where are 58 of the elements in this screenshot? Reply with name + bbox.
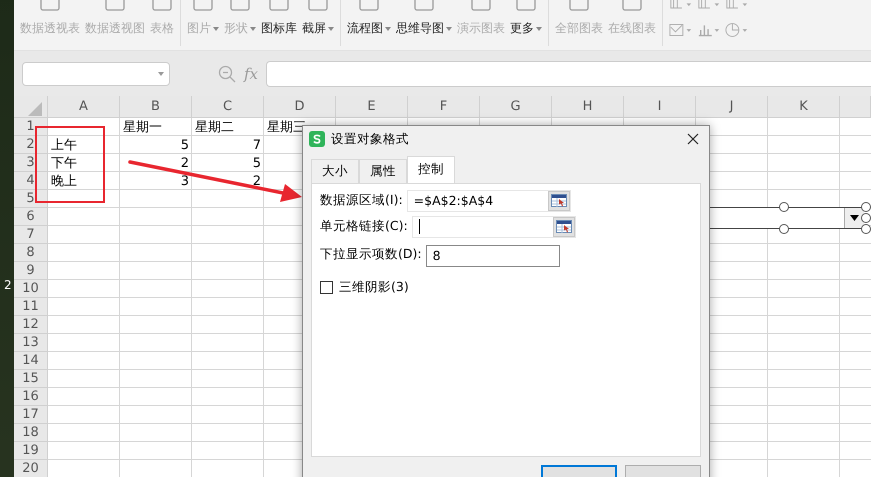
- input-field[interactable]: =$A$2:$A$4: [406, 190, 571, 212]
- ribbon-button[interactable]: 截屏: [301, 0, 335, 46]
- ribbon-button[interactable]: 图标库: [260, 0, 298, 46]
- ribbon-button[interactable]: 流程图: [346, 0, 392, 46]
- row-header[interactable]: 15: [14, 370, 48, 388]
- row-header[interactable]: 10: [14, 280, 48, 298]
- tab[interactable]: 属性: [359, 158, 407, 183]
- column-header[interactable]: E: [336, 96, 408, 118]
- row-header[interactable]: 6: [14, 208, 48, 226]
- input-field[interactable]: 8: [426, 244, 560, 267]
- column-header[interactable]: D: [264, 96, 336, 118]
- row-header[interactable]: 11: [14, 298, 48, 316]
- table-cell-text: 5: [252, 154, 262, 172]
- table-cell-text: 下午: [50, 155, 78, 172]
- row-header[interactable]: 3: [14, 154, 48, 172]
- row-header[interactable]: 18: [14, 424, 48, 442]
- table-cell-text: 3: [180, 172, 190, 190]
- row-header[interactable]: 16: [14, 388, 48, 406]
- table-cell-text: 5: [180, 136, 190, 154]
- tab[interactable]: 控制: [407, 156, 455, 183]
- ribbon-button[interactable]: 更多: [509, 0, 543, 46]
- row-header[interactable]: 9: [14, 262, 48, 280]
- table-cell-text: 2: [180, 154, 190, 172]
- table-cell-text: 2: [252, 172, 262, 190]
- dialog-title: 设置对象格式: [331, 130, 410, 148]
- row-header[interactable]: 19: [14, 442, 48, 460]
- table-cell-text: 星期二: [194, 119, 235, 136]
- row-header[interactable]: 4: [14, 172, 48, 190]
- field-label: 数据源区域(I):: [320, 192, 403, 210]
- field-label: 下拉显示项数(D):: [320, 246, 422, 263]
- column-header[interactable]: I: [624, 96, 696, 118]
- field-label: 单元格链接(C):: [320, 218, 408, 236]
- row-header[interactable]: 14: [14, 352, 48, 370]
- column-header[interactable]: B: [120, 96, 192, 118]
- table-cell-text: 7: [252, 136, 262, 154]
- column-header[interactable]: F: [408, 96, 480, 118]
- table-cell-text: 上午: [50, 137, 78, 154]
- column-header[interactable]: A: [48, 96, 120, 118]
- row-header[interactable]: 13: [14, 334, 48, 352]
- row-header[interactable]: 1: [14, 118, 48, 136]
- column-header[interactable]: G: [480, 96, 552, 118]
- table-cell-text: 星期一: [122, 119, 163, 136]
- row-header[interactable]: 7: [14, 226, 48, 244]
- row-header[interactable]: 8: [14, 244, 48, 262]
- column-header[interactable]: C: [192, 96, 264, 118]
- column-header[interactable]: K: [768, 96, 840, 118]
- row-header[interactable]: 17: [14, 406, 48, 424]
- checkbox-label: 三维阴影(3): [339, 278, 409, 296]
- row-header[interactable]: 5: [14, 190, 48, 208]
- column-header[interactable]: H: [552, 96, 624, 118]
- desktop-text: 2: [4, 278, 12, 292]
- row-header[interactable]: 12: [14, 316, 48, 334]
- table-cell-text: 晚上: [50, 173, 78, 190]
- ribbon-button[interactable]: 思维导图: [395, 0, 453, 46]
- column-header[interactable]: J: [696, 96, 768, 118]
- tab[interactable]: 大小: [311, 158, 359, 183]
- row-header[interactable]: 20: [14, 460, 48, 477]
- row-header[interactable]: 2: [14, 136, 48, 154]
